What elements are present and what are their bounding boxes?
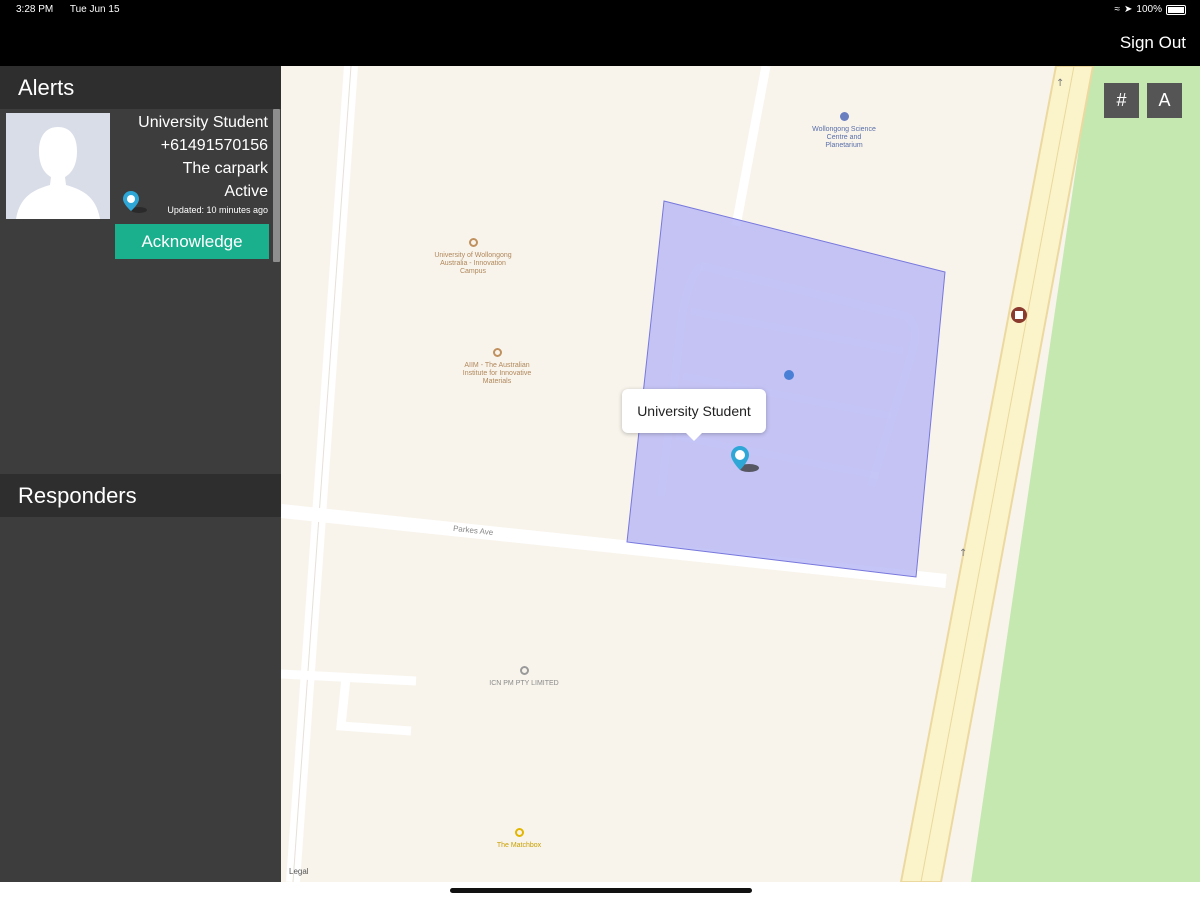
- poi-icon: [514, 828, 524, 837]
- alert-pin-icon: [123, 191, 147, 213]
- responders-section: Responders: [0, 474, 281, 517]
- avatar: [6, 113, 110, 219]
- status-bar-left: 3:28 PM Tue Jun 15: [16, 4, 134, 15]
- battery-percent: 100%: [1136, 4, 1162, 15]
- user-location-pin-icon[interactable]: [729, 444, 759, 474]
- alert-location: The carpark: [182, 160, 268, 177]
- status-time: 3:28 PM: [16, 4, 54, 15]
- sign-out-button[interactable]: Sign Out: [1120, 31, 1186, 55]
- grid-toggle-button[interactable]: #: [1104, 83, 1139, 118]
- wifi-icon: ≈: [1114, 4, 1121, 15]
- alert-phone: +61491570156: [160, 137, 268, 154]
- poi-icon: [492, 348, 502, 357]
- poi-icon: [519, 666, 529, 675]
- alert-info: University Student +61491570156 The carp…: [138, 112, 268, 215]
- poi-icn[interactable]: ICN PM PTY LIMITED: [484, 666, 564, 688]
- location-arrow-icon: ➤: [1124, 4, 1133, 15]
- map-callout[interactable]: University Student: [622, 389, 766, 441]
- acknowledge-button[interactable]: Acknowledge: [115, 224, 269, 259]
- status-date: Tue Jun 15: [69, 4, 120, 15]
- alert-name: University Student: [138, 114, 268, 131]
- poi-matchbox[interactable]: The Matchbox: [479, 828, 559, 850]
- alert-card[interactable]: University Student +61491570156 The carp…: [0, 66, 281, 266]
- scrollbar[interactable]: [273, 109, 280, 262]
- poi-icon: [839, 112, 849, 121]
- top-bar: 3:28 PM Tue Jun 15 ≈ ➤ 100% Sign Out: [0, 0, 1200, 66]
- map-view[interactable]: ↑ ↑ Parkes Ave Wollongong Science Centre…: [281, 66, 1200, 882]
- home-indicator[interactable]: [450, 888, 752, 893]
- poi-uow-innovation[interactable]: University of Wollongong Australia - Inn…: [433, 238, 513, 276]
- alert-updated: Updated: 10 minutes ago: [167, 205, 268, 215]
- svg-text:↑: ↑: [1056, 78, 1064, 89]
- person-placeholder-icon: [6, 113, 110, 219]
- battery-icon: [1166, 4, 1186, 15]
- svg-text:↑: ↑: [959, 548, 967, 559]
- status-bar-right: ≈ ➤ 100%: [1115, 4, 1186, 15]
- legal-link[interactable]: Legal: [289, 867, 309, 876]
- poi-aiim[interactable]: AIIM - The Australian Institute for Inno…: [461, 348, 533, 386]
- alert-status: Active: [224, 183, 268, 200]
- poi-science-centre[interactable]: Wollongong Science Centre and Planetariu…: [809, 112, 879, 150]
- poi-icon: [468, 238, 478, 247]
- sidebar: Alerts University Student +61491570156 T…: [0, 66, 281, 882]
- map-canvas: ↑ ↑: [281, 66, 1200, 882]
- responders-header: Responders: [0, 474, 281, 517]
- label-toggle-button[interactable]: A: [1147, 83, 1182, 118]
